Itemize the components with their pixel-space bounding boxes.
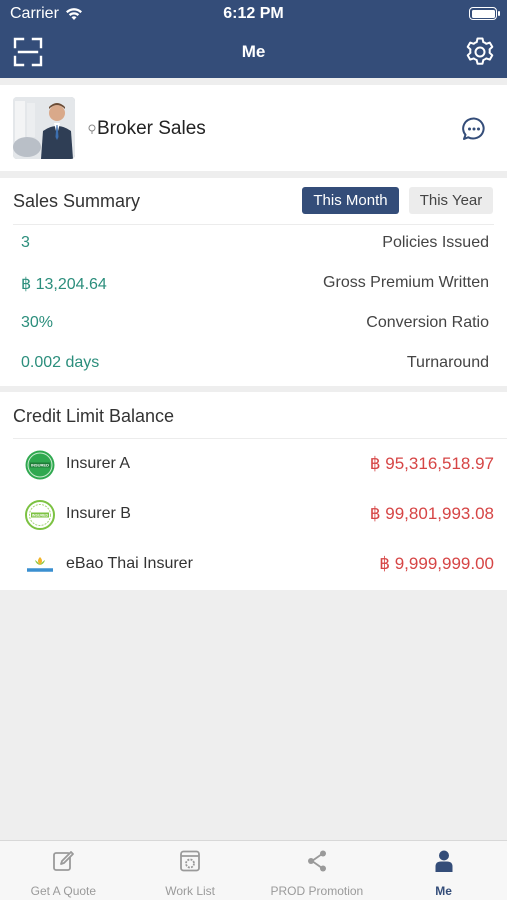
ebao-thai-logo-icon	[27, 557, 53, 572]
stat-value: ฿ 13,204.64	[21, 276, 107, 293]
this-year-button[interactable]: This Year	[409, 187, 493, 214]
insurer-name: Insurer A	[66, 455, 131, 472]
tab-me[interactable]: Me	[380, 841, 507, 900]
insurer-name: eBao Thai Insurer	[66, 555, 193, 572]
insurer-row[interactable]: INSURED Insurer B ฿ 99,801,993.08	[0, 490, 507, 540]
insurer-name: Insurer B	[66, 505, 131, 522]
insured-badge-icon: INSURED	[25, 500, 55, 530]
insured-badge-icon: INSURED	[25, 450, 55, 480]
insurer-row[interactable]: eBao Thai Insurer ฿ 9,999,999.00	[0, 540, 507, 590]
worklist-icon	[180, 850, 201, 872]
tab-label: Work List	[165, 884, 216, 898]
clock: 6:12 PM	[223, 5, 284, 22]
stat-row-policies: 3 Policies Issued	[0, 225, 507, 265]
tab-bar: Get A Quote Work List PROD Promotion Me	[0, 840, 507, 900]
sales-summary-card: Sales Summary This Month This Year 3 Pol…	[0, 178, 507, 386]
edit-icon	[53, 851, 75, 871]
chat-icon[interactable]	[461, 116, 487, 142]
profile-name: Broker Sales	[88, 118, 206, 140]
profile-name-label: Broker Sales	[97, 118, 206, 139]
tab-label: Me	[435, 884, 452, 898]
insurer-amount: ฿ 95,316,518.97	[369, 454, 494, 473]
stat-row-premium: ฿ 13,204.64 Gross Premium Written	[0, 265, 507, 305]
svg-text:INSURED: INSURED	[31, 463, 49, 468]
tab-label: PROD Promotion	[270, 884, 364, 898]
tab-label: Get A Quote	[30, 884, 97, 898]
stat-label: Turnaround	[406, 354, 489, 371]
insurer-row[interactable]: INSURED Insurer A ฿ 95,316,518.97	[0, 440, 507, 490]
app-header: Carrier 6:12 PM Me	[0, 0, 507, 78]
this-month-button[interactable]: This Month	[302, 187, 399, 214]
stat-label: Gross Premium Written	[323, 274, 489, 291]
insurer-amount: ฿ 99,801,993.08	[369, 504, 494, 523]
insurer-amount: ฿ 9,999,999.00	[379, 554, 494, 573]
tab-prod-promotion[interactable]: PROD Promotion	[254, 841, 381, 900]
page-title: Me	[241, 42, 266, 61]
stat-label: Conversion Ratio	[366, 314, 489, 331]
divider	[13, 438, 507, 439]
stat-row-conversion: 30% Conversion Ratio	[0, 305, 507, 345]
stat-value: 30%	[21, 314, 54, 331]
credit-limit-card: Credit Limit Balance INSURED Insurer A ฿…	[0, 392, 507, 590]
gear-icon[interactable]	[464, 36, 496, 68]
stat-value: 3	[21, 234, 30, 251]
status-bar: Carrier 6:12 PM	[0, 0, 507, 28]
stat-label: Policies Issued	[382, 234, 489, 251]
tab-get-a-quote[interactable]: Get A Quote	[0, 841, 127, 900]
svg-text:INSURED: INSURED	[32, 514, 49, 518]
person-icon	[435, 850, 453, 872]
stat-value: 0.002 days	[21, 354, 100, 371]
battery-icon	[469, 7, 500, 20]
avatar	[13, 97, 75, 159]
location-pin-icon	[88, 124, 96, 134]
profile-card[interactable]: Broker Sales	[0, 85, 507, 171]
sales-summary-title: Sales Summary	[13, 191, 141, 211]
credit-limit-title: Credit Limit Balance	[13, 406, 175, 426]
stat-row-turnaround: 0.002 days Turnaround	[0, 345, 507, 385]
share-icon	[307, 850, 326, 872]
tab-work-list[interactable]: Work List	[127, 841, 254, 900]
